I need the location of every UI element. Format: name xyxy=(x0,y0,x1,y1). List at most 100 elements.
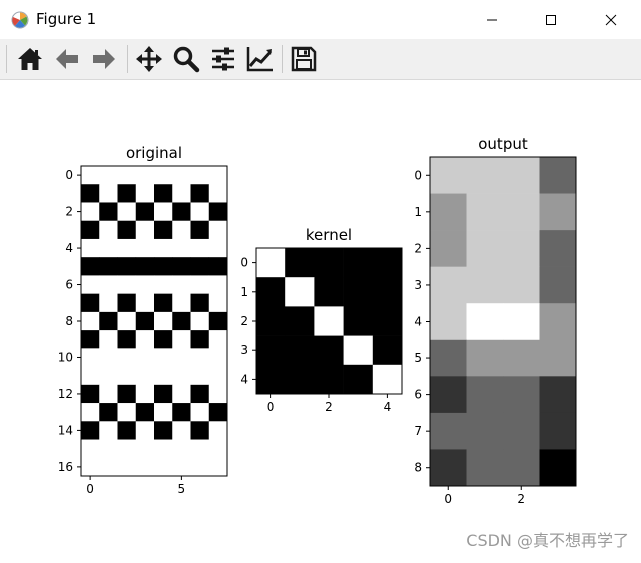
heatmap-cell xyxy=(372,277,403,307)
heatmap-cell xyxy=(285,335,315,366)
heatmap-cell xyxy=(190,403,210,422)
maximize-icon xyxy=(546,14,556,25)
zoom-icon xyxy=(173,46,200,73)
subplot-title: original xyxy=(126,144,182,162)
heatmap-cell xyxy=(430,376,467,414)
back-button[interactable] xyxy=(51,43,83,75)
heatmap-cell xyxy=(539,230,577,267)
home-button[interactable] xyxy=(14,43,46,75)
heatmap-cell xyxy=(172,238,191,258)
heatmap-cell xyxy=(117,348,137,367)
heatmap-cell xyxy=(81,421,100,440)
minimize-button[interactable] xyxy=(469,0,515,39)
close-button[interactable] xyxy=(588,0,634,39)
heatmap-cell xyxy=(99,366,118,386)
heatmap-cell xyxy=(117,421,137,440)
zoom-button[interactable] xyxy=(170,43,202,75)
save-icon xyxy=(291,46,317,72)
heatmap-cell xyxy=(81,366,100,386)
heatmap-cell xyxy=(372,306,403,336)
heatmap-cell xyxy=(99,311,118,331)
navigation-toolbar xyxy=(0,39,641,80)
forward-arrow-icon xyxy=(93,49,115,69)
heatmap-cell xyxy=(208,257,228,276)
subplot-output: output 0 2 0 1 2 3 4 5 6 7 8 xyxy=(414,135,577,506)
heatmap-cell xyxy=(208,403,228,422)
pan-icon xyxy=(136,46,162,72)
heatmap-cell xyxy=(190,311,210,331)
heatmap-cell xyxy=(208,275,228,294)
heatmap-cell xyxy=(99,293,118,313)
heatmap-cell xyxy=(81,202,100,222)
forward-button[interactable] xyxy=(88,43,120,75)
heatmap-cell xyxy=(208,220,228,240)
heatmap-cell xyxy=(154,275,173,294)
heatmap-cell xyxy=(190,330,210,349)
y-tick-label: 2 xyxy=(414,241,422,255)
y-tick-label: 7 xyxy=(414,424,422,438)
heatmap-cell xyxy=(81,220,100,240)
heatmap-cell xyxy=(172,257,191,276)
home-icon xyxy=(18,48,42,70)
heatmap-cell xyxy=(430,412,467,450)
heatmap-cell xyxy=(172,275,191,294)
pan-button[interactable] xyxy=(133,43,165,75)
heatmap-cell xyxy=(172,330,191,349)
heatmap-cell xyxy=(117,220,137,240)
figure-canvas[interactable]: original 0 5 0 2 4 6 8 10 12 14 16 kernel 0 2 4 0 1 2 3 4 out… xyxy=(0,80,641,559)
heatmap-cell xyxy=(154,220,173,240)
heatmap-cell xyxy=(172,366,191,386)
heatmap-cell xyxy=(190,439,210,459)
heatmap-cell xyxy=(190,275,210,294)
heatmap-cell xyxy=(81,439,100,459)
heatmap-cell xyxy=(285,364,315,395)
heatmap-cell xyxy=(208,202,228,222)
heatmap-cell xyxy=(172,403,191,422)
heatmap-cell xyxy=(466,449,504,487)
heatmap-cell xyxy=(154,238,173,258)
heatmap-cell xyxy=(81,293,100,313)
save-button[interactable] xyxy=(288,43,320,75)
heatmap-cell xyxy=(539,376,577,414)
heatmap-cell xyxy=(285,306,315,336)
heatmap-cell xyxy=(430,266,467,304)
heatmap-cell xyxy=(466,339,504,377)
heatmap-cell xyxy=(99,384,118,404)
y-tick-label: 8 xyxy=(65,314,73,328)
heatmap-cell xyxy=(539,303,577,341)
heatmap-cell xyxy=(154,366,173,386)
heatmap-cell xyxy=(135,238,155,258)
subplot-title: kernel xyxy=(306,226,352,244)
maximize-button[interactable] xyxy=(528,0,574,39)
heatmap-cell xyxy=(117,457,137,477)
heatmap-cell xyxy=(99,403,118,422)
heatmap-cell xyxy=(190,293,210,313)
heatmap-cell xyxy=(81,257,100,276)
close-icon xyxy=(605,14,617,25)
heatmap-cell xyxy=(503,376,540,414)
heatmap-cell xyxy=(117,366,137,386)
heatmap-cell xyxy=(343,277,374,307)
heatmap-cell xyxy=(430,157,467,194)
heatmap-cell xyxy=(208,238,228,258)
back-arrow-icon xyxy=(56,49,78,69)
heatmap-cell xyxy=(314,306,344,336)
heatmap-cell xyxy=(117,403,137,422)
heatmap-cell xyxy=(256,335,286,366)
heatmap-cell xyxy=(430,449,467,487)
heatmap-cell xyxy=(117,166,137,185)
heatmap-cell xyxy=(190,184,210,203)
heatmap-cell xyxy=(154,202,173,222)
heatmap-cell xyxy=(154,257,173,276)
toolbar-separator xyxy=(6,45,7,73)
y-tick-label: 3 xyxy=(240,343,248,357)
heatmap-cell xyxy=(314,335,344,366)
y-tick-label: 4 xyxy=(65,241,73,255)
heatmap-cell xyxy=(135,275,155,294)
subplots-config-button[interactable] xyxy=(207,43,239,75)
heatmap-cell xyxy=(99,457,118,477)
heatmap-cell xyxy=(81,403,100,422)
heatmap-cell xyxy=(172,311,191,331)
heatmap-cell xyxy=(190,220,210,240)
edit-axes-button[interactable] xyxy=(244,43,276,75)
